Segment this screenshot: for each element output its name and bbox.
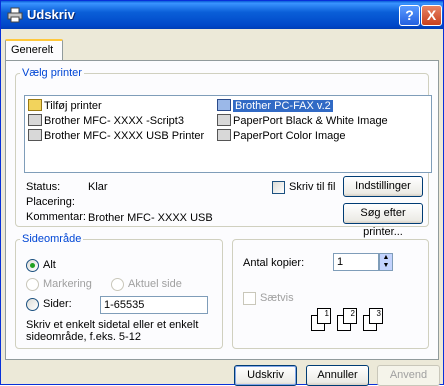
copies-group: Antal kopier: 1 ▲ ▼ Sætvis 1 1 2 2 3 3 [232,239,429,349]
spin-down-icon[interactable]: ▼ [380,262,392,270]
preferences-button[interactable]: Indstillinger [343,176,423,197]
list-item[interactable]: Brother PC-FAX v.2 [217,99,333,113]
printer-icon [7,7,23,23]
comment-value: Brother MFC- XXXX USB [88,212,213,224]
tab-general[interactable]: Generelt [5,39,63,61]
status-value: Klar [88,181,108,193]
print-button[interactable]: Udskriv [234,365,297,386]
close-button[interactable]: X [421,5,442,26]
printer-icon [28,129,42,141]
status-label: Status: [26,181,61,193]
printer-icon [217,114,231,126]
list-item[interactable]: PaperPort Black & White Image [217,114,388,128]
collate-label[interactable]: Sætvis [260,292,294,304]
window-title: Udskriv [27,7,75,22]
selection-label[interactable]: Markering [43,278,92,290]
list-item[interactable]: Brother MFC- XXXX USB Printer [28,129,204,143]
add-printer-icon [28,99,42,111]
page-icon: 2 [343,308,357,324]
page-icon: 1 [317,308,331,324]
page-range-group: Sideområde Alt Markering Aktuel side Sid… [15,233,223,349]
help-button[interactable]: ? [399,5,420,26]
select-printer-legend: Vælg printer [22,67,82,79]
page-range-help-line2: sideområde, f.eks. 5-12 [26,331,141,343]
comment-label: Kommentar: [26,211,86,223]
page-icon: 3 [369,308,383,324]
print-to-file-label[interactable]: Skriv til fil [289,181,335,193]
all-pages-label[interactable]: Alt [43,259,56,271]
all-pages-radio[interactable] [26,259,39,272]
fax-printer-icon [217,99,231,111]
spin-up-icon[interactable]: ▲ [380,254,392,262]
location-label: Placering: [26,196,75,208]
title-bar[interactable]: Udskriv ? X [1,1,443,29]
printer-list[interactable]: Tilføj printer Brother MFC- XXXX -Script… [24,95,432,173]
printer-icon [217,129,231,141]
current-page-label[interactable]: Aktuel side [128,278,182,290]
copies-spinner[interactable]: ▲ ▼ [379,253,393,271]
copies-count-input[interactable]: 1 [333,253,379,271]
current-page-radio[interactable] [111,278,124,291]
find-printer-button[interactable]: Søg efter printer... [343,203,423,238]
list-item[interactable]: PaperPort Color Image [217,129,346,143]
selection-radio[interactable] [26,278,39,291]
copies-count-label: Antal kopier: [243,257,305,269]
print-to-file-checkbox[interactable] [272,181,285,194]
apply-button[interactable]: Anvend [377,365,440,386]
pages-input[interactable]: 1-65535 [100,296,208,314]
list-item[interactable]: Tilføj printer [28,99,102,113]
printer-icon [28,114,42,126]
list-item[interactable]: Brother MFC- XXXX -Script3 [28,114,184,128]
page-range-help-line1: Skriv et enkelt sidetal eller et enkelt [26,319,199,331]
page-range-legend: Sideområde [22,233,82,245]
collate-checkbox[interactable] [243,292,256,305]
tab-panel-general: Vælg printer Tilføj printer Brother MFC-… [5,60,439,360]
pages-label[interactable]: Sider: [43,298,72,310]
select-printer-group: Vælg printer Tilføj printer Brother MFC-… [15,67,432,238]
pages-radio[interactable] [26,298,39,311]
print-dialog: Udskriv ? X Generelt Vælg printer Tilføj… [0,0,444,386]
cancel-button[interactable]: Annuller [306,365,369,386]
